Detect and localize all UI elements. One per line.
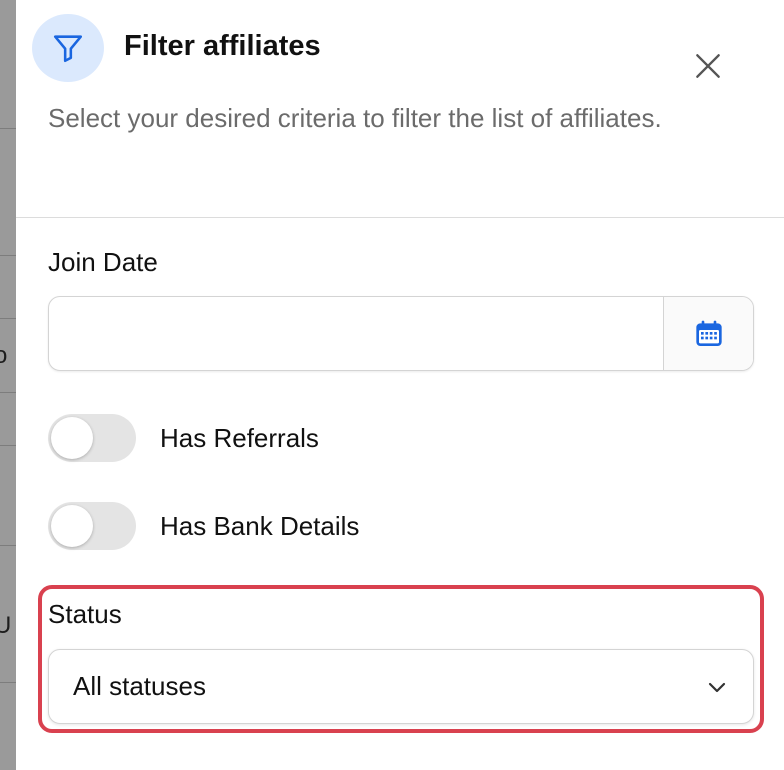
dialog-subtitle: Select your desired criteria to filter t…: [48, 103, 662, 133]
calendar-icon: [695, 320, 722, 346]
has-referrals-row: Has Referrals: [48, 414, 319, 462]
has-referrals-toggle[interactable]: [48, 414, 136, 462]
dialog-title: Filter affiliates: [124, 30, 321, 62]
has-referrals-label: Has Referrals: [160, 422, 319, 453]
background-page: o U: [0, 0, 16, 770]
join-date-label: Join Date: [48, 247, 158, 277]
join-date-input[interactable]: [49, 297, 663, 370]
background-divider: [0, 545, 16, 546]
filter-icon: [32, 14, 104, 82]
background-text-fragment: U: [0, 612, 12, 639]
background-divider: [0, 445, 16, 446]
background-divider: [0, 392, 16, 393]
background-text-fragment: o: [0, 342, 8, 369]
background-divider: [0, 318, 16, 319]
status-select[interactable]: All statuses: [48, 649, 754, 724]
calendar-button[interactable]: [663, 297, 753, 370]
close-icon: [696, 54, 720, 78]
close-button[interactable]: [686, 44, 730, 88]
background-divider: [0, 128, 16, 129]
join-date-field: [48, 296, 754, 371]
has-bank-details-toggle[interactable]: [48, 502, 136, 550]
toggle-knob: [51, 505, 93, 547]
status-label: Status: [48, 599, 122, 629]
has-bank-details-row: Has Bank Details: [48, 502, 359, 550]
toggle-knob: [51, 417, 93, 459]
filter-panel: Filter affiliates Select your desired cr…: [16, 0, 784, 770]
chevron-down-icon: [708, 682, 726, 692]
has-bank-details-label: Has Bank Details: [160, 510, 360, 541]
background-divider: [0, 682, 16, 683]
panel-header: Filter affiliates Select your desired cr…: [16, 0, 784, 218]
background-divider: [0, 255, 16, 256]
status-select-value: All statuses: [73, 671, 206, 701]
